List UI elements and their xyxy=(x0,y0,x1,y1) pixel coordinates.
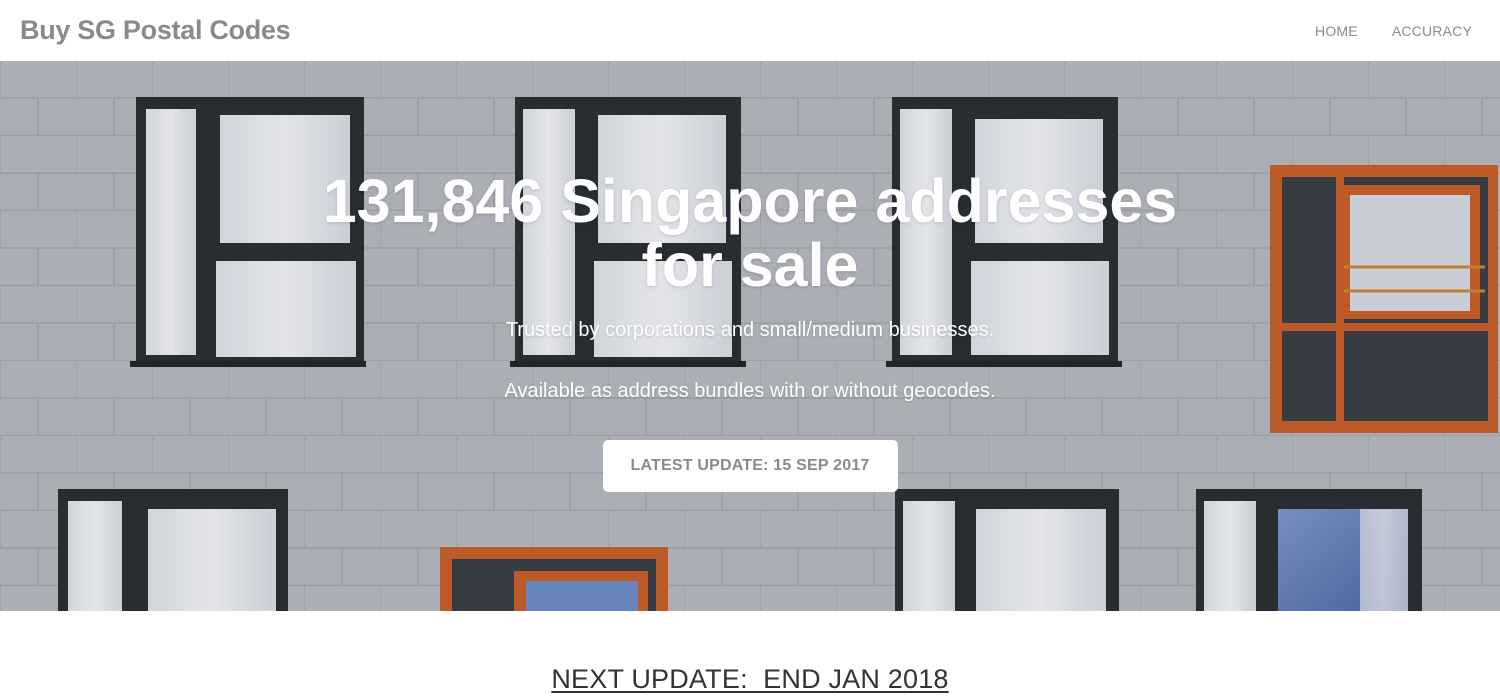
brand-logo[interactable]: Buy SG Postal Codes xyxy=(20,15,291,46)
latest-update-button[interactable]: LATEST UPDATE: 15 SEP 2017 xyxy=(602,440,898,492)
next-update-heading: NEXT UPDATE: END JAN 2018 xyxy=(551,664,949,694)
nav-links: HOME ACCURACY xyxy=(1315,23,1472,39)
next-update-section: NEXT UPDATE: END JAN 2018 xyxy=(0,664,1500,695)
navbar: Buy SG Postal Codes HOME ACCURACY xyxy=(0,0,1500,61)
nav-home-link[interactable]: HOME xyxy=(1315,23,1358,39)
nav-accuracy-link[interactable]: ACCURACY xyxy=(1392,23,1472,39)
hero-title: 131,846 Singapore addresses for sale xyxy=(322,167,1178,299)
hero-tagline-trusted: Trusted by corporations and small/medium… xyxy=(505,319,995,341)
hero-content: 131,846 Singapore addresses for sale Tru… xyxy=(0,61,1500,611)
hero-section: 131,846 Singapore addresses for sale Tru… xyxy=(0,61,1500,611)
hero-tagline-available: Available as address bundles with or wit… xyxy=(504,380,996,402)
